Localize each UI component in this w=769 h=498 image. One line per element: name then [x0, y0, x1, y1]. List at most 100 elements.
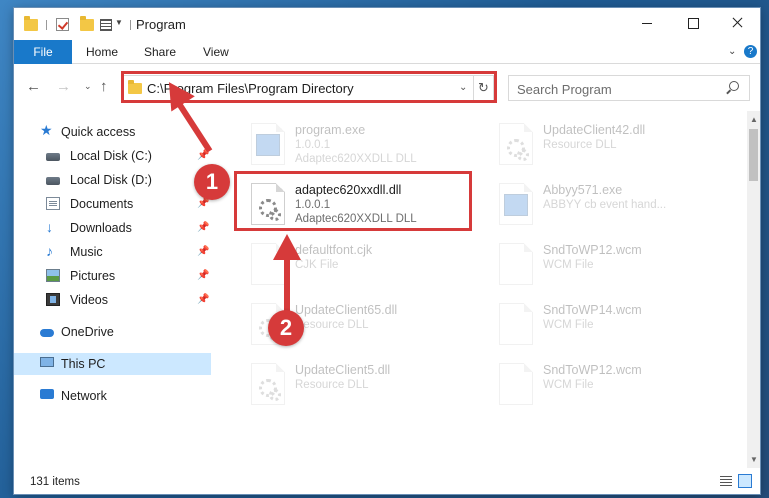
file-item-sndtowp12-wcm-2[interactable]: SndToWP12.wcm WCM File — [489, 357, 729, 413]
drive-icon — [46, 177, 60, 185]
sidebar-item-label: Pictures — [70, 269, 116, 283]
file-description: ABBYY cb event hand... — [543, 199, 667, 211]
folder-icon — [24, 16, 38, 31]
step-2-badge: 2 — [268, 310, 304, 346]
sidebar-item-local-disk-d[interactable]: Local Disk (D:) 📌 — [14, 169, 211, 191]
annotation-arrow — [284, 254, 290, 312]
cloud-icon — [40, 329, 54, 337]
file-list: program.exe 1.0.0.1 Adaptec620XXDLL DLL … — [211, 111, 747, 468]
properties-check-icon[interactable] — [56, 18, 69, 31]
properties-icon[interactable] — [100, 19, 112, 31]
ribbon-tabs: File Home Share View ⌄ ? — [14, 40, 760, 64]
sidebar-item-onedrive[interactable]: OneDrive — [14, 321, 211, 343]
music-note-icon: ♪ — [46, 243, 53, 259]
sidebar-item-local-disk-c[interactable]: Local Disk (C:) 📌 — [14, 145, 211, 167]
file-item-sndtowp14-wcm[interactable]: SndToWP14.wcm WCM File — [489, 297, 729, 353]
customize-quick-access-caret-icon[interactable]: ▼ — [115, 18, 123, 27]
tab-file[interactable]: File — [14, 40, 72, 64]
pin-icon[interactable]: 📌 — [197, 246, 209, 257]
sidebar-item-pictures[interactable]: Pictures 📌 — [14, 265, 211, 287]
file-item-abbyy571-exe[interactable]: Abbyy571.exe ABBYY cb event hand... — [489, 177, 729, 233]
file-item-program-exe[interactable]: program.exe 1.0.0.1 Adaptec620XXDLL DLL — [241, 117, 481, 173]
forward-arrow-icon[interactable]: → — [56, 78, 71, 95]
search-box[interactable]: Search Program — [508, 75, 750, 101]
tab-share[interactable]: Share — [144, 40, 176, 64]
close-button[interactable] — [714, 8, 760, 38]
file-type: WCM File — [543, 319, 594, 331]
vertical-scrollbar[interactable]: ▲ ▼ — [747, 111, 760, 468]
up-arrow-icon[interactable]: ↑ — [100, 78, 108, 95]
minimize-button[interactable] — [624, 8, 670, 38]
file-item-updateclient42-dll[interactable]: UpdateClient42.dll Resource DLL — [489, 117, 729, 173]
network-icon — [40, 389, 54, 399]
sidebar-item-label: This PC — [61, 357, 106, 371]
file-description: Adaptec620XXDLL DLL — [295, 153, 417, 165]
tab-view[interactable]: View — [203, 40, 229, 64]
pin-icon[interactable]: 📌 — [197, 222, 209, 233]
sidebar-item-documents[interactable]: Documents 📌 — [14, 193, 211, 215]
search-icon[interactable] — [729, 81, 739, 91]
exe-file-icon — [251, 123, 285, 165]
back-arrow-icon[interactable]: ← — [26, 78, 41, 95]
navigation-pane: ★ Quick access Local Disk (C:) 📌 Local D… — [14, 111, 211, 468]
details-view-icon[interactable] — [720, 476, 732, 486]
drive-icon — [46, 153, 60, 161]
sidebar-item-downloads[interactable]: ↓ Downloads 📌 — [14, 217, 211, 239]
exe-file-icon — [499, 183, 533, 225]
sidebar-item-label: Quick access — [61, 125, 136, 139]
file-name: Abbyy571.exe — [543, 183, 623, 197]
videos-icon — [46, 293, 60, 306]
file-item-sndtowp12-wcm[interactable]: SndToWP12.wcm WCM File — [489, 237, 729, 293]
pin-icon[interactable]: 📌 — [197, 270, 209, 281]
new-folder-icon[interactable] — [80, 16, 94, 31]
help-icon[interactable]: ? — [744, 45, 757, 58]
file-name: UpdateClient65.dll — [295, 303, 398, 317]
tiles-view-icon[interactable] — [738, 474, 752, 488]
file-type: WCM File — [543, 379, 594, 391]
window-title: Program — [136, 17, 186, 32]
sidebar-item-videos[interactable]: Videos 📌 — [14, 289, 211, 311]
dll-file-icon — [251, 363, 285, 405]
expand-ribbon-chevron-icon[interactable]: ⌄ — [728, 46, 736, 57]
file-type: Resource DLL — [295, 379, 369, 391]
pin-icon[interactable]: 📌 — [197, 294, 209, 305]
scroll-up-arrow-icon[interactable]: ▲ — [750, 115, 758, 124]
file-version: 1.0.0.1 — [295, 139, 331, 151]
sidebar-item-label: Downloads — [70, 221, 132, 235]
sidebar-item-network[interactable]: Network — [14, 385, 211, 407]
generic-file-icon — [499, 363, 533, 405]
item-count: 131 items — [30, 476, 80, 488]
file-type: CJK File — [295, 259, 339, 271]
generic-file-icon — [499, 243, 533, 285]
separator — [46, 20, 47, 30]
file-item-updateclient5-dll[interactable]: UpdateClient5.dll Resource DLL — [241, 357, 481, 413]
step-1-badge: 1 — [194, 164, 230, 200]
sidebar-item-this-pc[interactable]: This PC — [14, 353, 211, 375]
file-name: UpdateClient42.dll — [543, 123, 646, 137]
sidebar-item-label: Documents — [70, 197, 134, 211]
scroll-down-arrow-icon[interactable]: ▼ — [750, 455, 758, 464]
recent-locations-chevron-icon[interactable]: ⌄ — [84, 81, 92, 92]
dll-file-icon — [499, 123, 533, 165]
file-name: SndToWP12.wcm — [543, 363, 642, 377]
sidebar-item-quick-access[interactable]: ★ Quick access — [14, 121, 211, 143]
computer-icon — [40, 357, 54, 367]
maximize-button[interactable] — [670, 8, 716, 38]
search-input[interactable]: Search Program — [517, 82, 612, 97]
sidebar-item-music[interactable]: ♪ Music 📌 — [14, 241, 211, 263]
status-bar: 131 items — [14, 468, 760, 494]
sidebar-item-label: Videos — [70, 293, 108, 307]
file-name: SndToWP12.wcm — [543, 243, 642, 257]
title-bar: ▼ Program — [14, 8, 760, 40]
file-name: program.exe — [295, 123, 366, 137]
file-type: Resource DLL — [543, 139, 617, 151]
file-name: defaultfont.cjk — [295, 243, 373, 257]
file-name: SndToWP14.wcm — [543, 303, 642, 317]
sidebar-item-label: Local Disk (D:) — [70, 173, 152, 187]
sidebar-item-label: Local Disk (C:) — [70, 149, 152, 163]
file-type: Resource DLL — [295, 319, 369, 331]
tab-home[interactable]: Home — [86, 40, 118, 64]
scroll-thumb[interactable] — [749, 129, 758, 181]
file-highlight — [234, 171, 472, 231]
separator — [130, 20, 131, 30]
